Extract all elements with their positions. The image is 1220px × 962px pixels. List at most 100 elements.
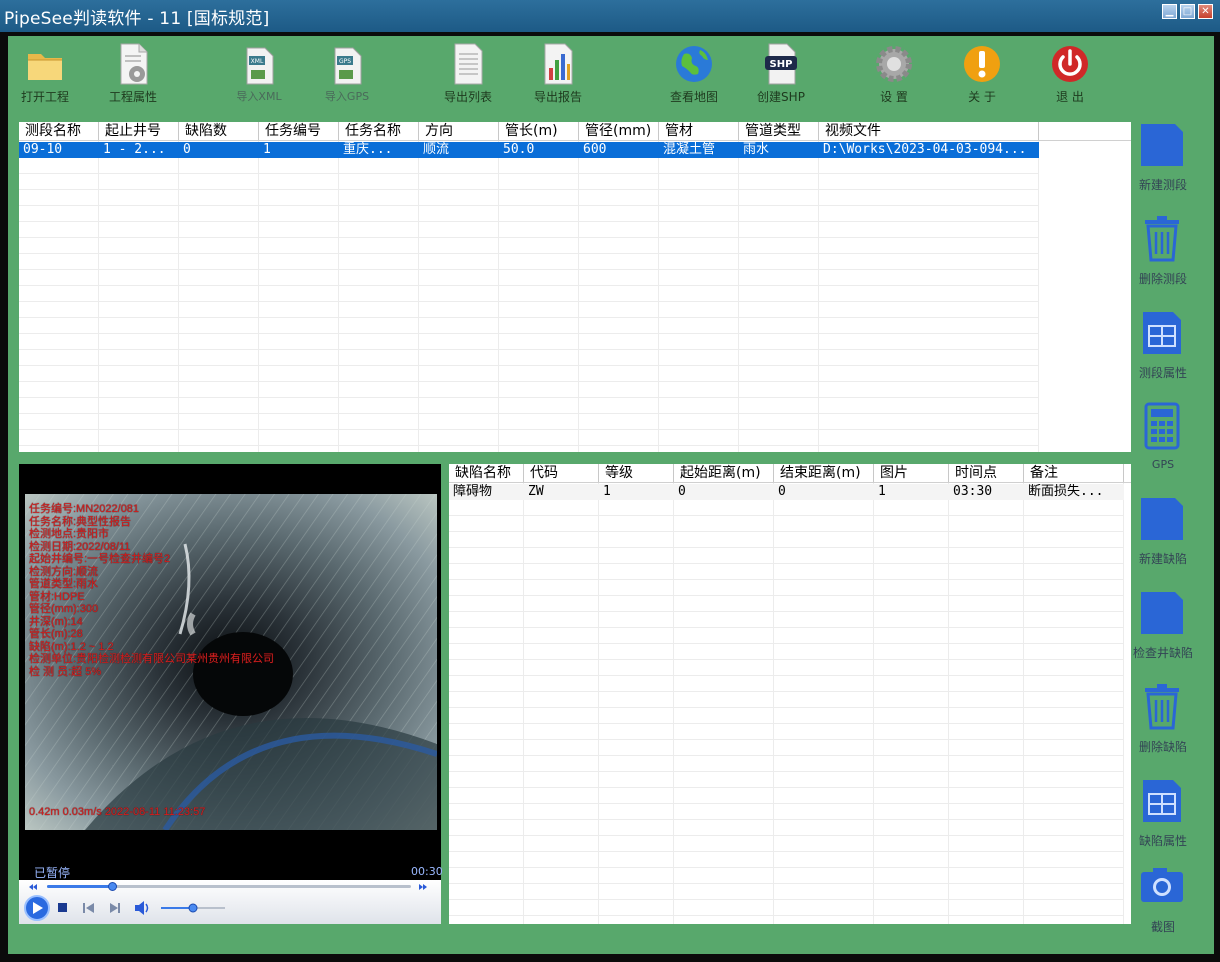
defect-cell: 1 (603, 484, 611, 499)
delete-defect-label: 删除缺陷 (1138, 740, 1187, 754)
volume-level (161, 907, 193, 909)
minimize-button[interactable]: ▁ (1162, 4, 1177, 19)
delete-defect-button[interactable]: 删除缺陷 (1128, 682, 1198, 762)
table-icon (1143, 312, 1181, 354)
segment-column-header[interactable]: 任务名称 (339, 122, 419, 140)
settings-button[interactable]: 设 置 (849, 42, 939, 112)
volume-slider[interactable] (159, 902, 229, 914)
stop-icon[interactable] (57, 902, 69, 914)
close-button[interactable]: ✕ (1198, 4, 1213, 19)
next-icon[interactable] (107, 901, 123, 915)
video-player[interactable]: 任务编号:MN2022/081 任务名称:典型性报告 检测地点:贵阳市 检测日期:20… (19, 464, 441, 924)
export-list-button[interactable]: 导出列表 (423, 42, 513, 112)
info-icon (964, 46, 1000, 82)
segment-column-header[interactable]: 管道类型 (739, 122, 819, 140)
volume-icon[interactable] (133, 900, 153, 916)
new-segment-button[interactable]: 新建测段 (1128, 120, 1198, 200)
rewind-icon[interactable] (29, 884, 37, 890)
segment-properties-label: 测段属性 (1138, 366, 1187, 380)
grid-line (449, 771, 1124, 772)
defect-column-header[interactable]: 结束距离(m) (774, 464, 874, 482)
grid-line (598, 483, 599, 924)
check-well-defect-label: 检查井缺陷 (1132, 646, 1193, 660)
import-xml-icon: XML (246, 47, 274, 85)
seek-thumb[interactable] (108, 882, 118, 891)
fast-forward-icon[interactable] (419, 884, 427, 890)
seek-progress (47, 885, 113, 888)
about-button[interactable]: 关 于 (937, 42, 1027, 112)
defect-column-header[interactable]: 等级 (599, 464, 674, 482)
defect-column-header[interactable]: 时间点 (949, 464, 1024, 482)
volume-thumb[interactable] (188, 903, 198, 913)
grid-line (449, 515, 1124, 516)
grid-line (449, 691, 1124, 692)
grid-line (449, 755, 1124, 756)
grid-line (19, 413, 1039, 414)
grid-line (449, 867, 1124, 868)
segment-properties-button[interactable]: 测段属性 (1128, 308, 1198, 388)
import-xml-label: 导入XML (236, 90, 282, 103)
shp-badge-text: SHP (770, 59, 793, 70)
window-title: PipeSee判读软件 - 11 [国标规范] (4, 9, 270, 29)
delete-segment-button[interactable]: 删除测段 (1128, 214, 1198, 294)
segment-column-header[interactable]: 视频文件 (819, 122, 1039, 140)
view-map-label: 查看地图 (669, 90, 718, 104)
segment-cell: D:\Works\2023-04-03-094... (823, 142, 1027, 157)
segments-table[interactable]: 测段名称 起止井号 缺陷数 任务编号 任务名称 方向 管长(m) 管径(mm) 管材 管道类型 视频… (19, 122, 1131, 452)
segment-column-header[interactable]: 缺陷数 (179, 122, 259, 140)
segment-column-header[interactable]: 管材 (659, 122, 739, 140)
grid-line (578, 141, 579, 452)
grid-line (449, 819, 1124, 820)
segment-column-header[interactable]: 任务编号 (259, 122, 339, 140)
defect-properties-button[interactable]: 缺陷属性 (1128, 776, 1198, 856)
folder-icon (28, 54, 62, 80)
defect-column-header[interactable]: 起始距离(m) (674, 464, 774, 482)
grid-line (449, 579, 1124, 580)
new-defect-button[interactable]: 新建缺陷 (1128, 494, 1198, 574)
import-xml-button[interactable]: XML 导入XML (214, 42, 304, 112)
grid-line (449, 595, 1124, 596)
segment-column-header[interactable]: 管长(m) (499, 122, 579, 140)
grid-line (658, 141, 659, 452)
grid-line (418, 141, 419, 452)
export-report-button[interactable]: 导出报告 (513, 42, 603, 112)
defect-column-header[interactable]: 代码 (524, 464, 599, 482)
grid-line (19, 237, 1039, 238)
segment-row[interactable]: 09-10 1 - 2... 0 1 重庆... 顺流 50.0 600 混凝土管 雨水 D:\Wo… (19, 142, 1039, 158)
grid-line (449, 627, 1124, 628)
create-shp-button[interactable]: SHP 创建SHP (736, 42, 826, 112)
grid-line (523, 483, 524, 924)
segment-column-header[interactable]: 管径(mm) (579, 122, 659, 140)
defect-column-header[interactable]: 备注 (1024, 464, 1124, 482)
segment-column-header[interactable]: 起止井号 (99, 122, 179, 140)
check-well-defect-button[interactable]: 检查井缺陷 (1128, 588, 1198, 668)
about-label: 关 于 (968, 90, 996, 104)
gps-button[interactable]: GPS (1128, 402, 1198, 482)
grid-line (449, 659, 1124, 660)
segment-cell: 顺流 (423, 142, 450, 157)
exit-button[interactable]: 退 出 (1025, 42, 1115, 112)
project-properties-button[interactable]: 工程属性 (88, 42, 178, 112)
segment-column-header[interactable]: 测段名称 (19, 122, 99, 140)
maximize-button[interactable]: □ (1180, 4, 1195, 19)
defect-cell: 0 (778, 484, 786, 499)
screenshot-button[interactable]: 截图 (1128, 862, 1198, 942)
trash-icon (1145, 684, 1179, 730)
open-project-button[interactable]: 打开工程 (0, 42, 90, 112)
segment-cell: 1 (263, 142, 271, 157)
import-gps-button[interactable]: GPS 导入GPS (302, 42, 392, 112)
defects-table[interactable]: 缺陷名称 代码 等级 起始距离(m) 结束距离(m) 图片 时间点 备注 障碍物 ZW 1 0 0 1 03… (449, 464, 1131, 924)
grid-line (19, 285, 1039, 286)
video-frame[interactable]: 任务编号:MN2022/081 任务名称:典型性报告 检测地点:贵阳市 检测日期:20… (25, 494, 437, 830)
segment-column-header[interactable]: 方向 (419, 122, 499, 140)
view-map-button[interactable]: 查看地图 (649, 42, 739, 112)
defect-column-header[interactable]: 图片 (874, 464, 949, 482)
defect-column-header[interactable]: 缺陷名称 (449, 464, 524, 482)
previous-icon[interactable] (81, 901, 97, 915)
segment-cell: 重庆... (343, 142, 393, 157)
defect-row[interactable]: 障碍物 ZW 1 0 0 1 03:30 断面损失... (449, 484, 1124, 500)
defect-cell: ZW (528, 484, 544, 499)
video-duration: 00:30 (411, 865, 443, 878)
play-button[interactable] (23, 894, 53, 922)
grid-line (338, 141, 339, 452)
